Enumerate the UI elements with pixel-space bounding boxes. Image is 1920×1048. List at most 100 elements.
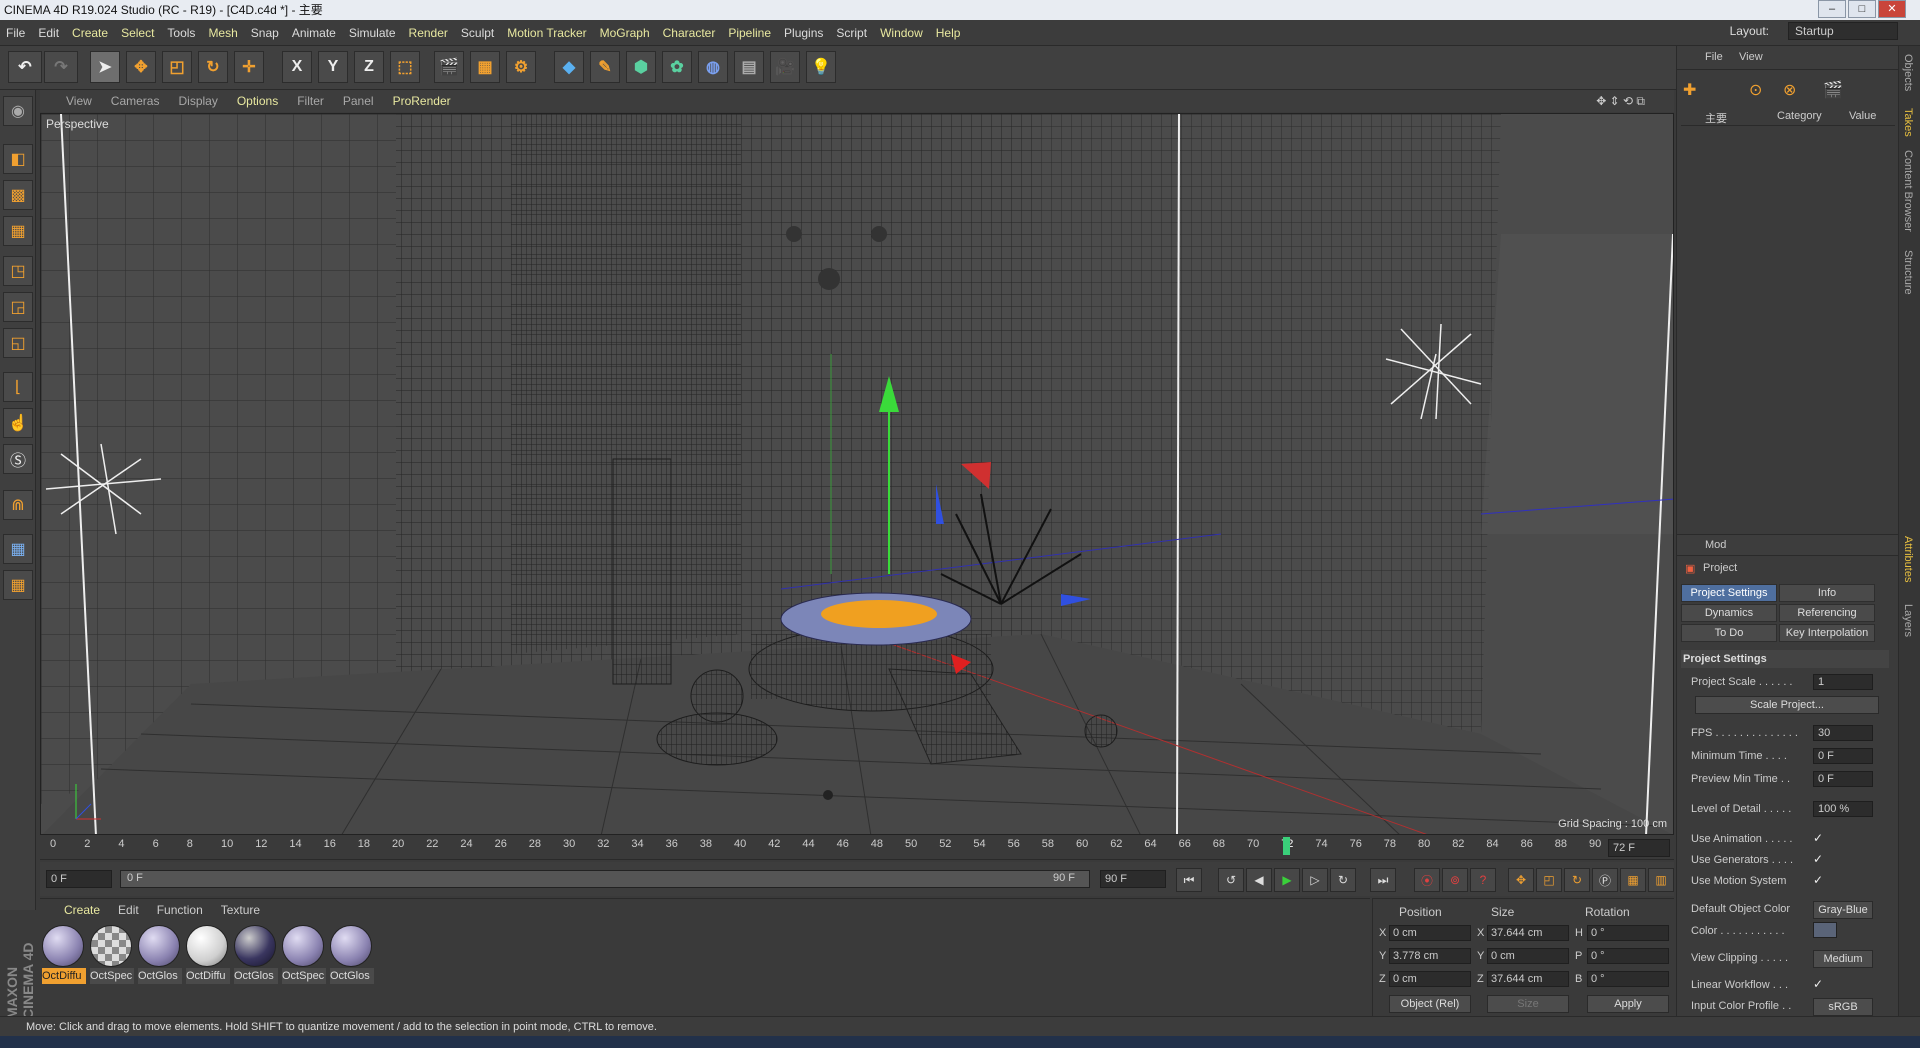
menu-animate[interactable]: Animate <box>292 26 336 40</box>
locked-workplane-icon[interactable]: ▦ <box>3 534 33 564</box>
menu-simulate[interactable]: Simulate <box>349 26 396 40</box>
minimum-time-field[interactable]: 0 F <box>1813 748 1873 764</box>
tab-key-interpolation[interactable]: Key Interpolation <box>1779 624 1875 642</box>
tab-referencing[interactable]: Referencing <box>1779 604 1875 622</box>
next-frame-icon[interactable]: ▷ <box>1302 868 1328 892</box>
viewport-menu-prorender[interactable]: ProRender <box>393 94 451 108</box>
tab-info[interactable]: Info <box>1779 584 1875 602</box>
z-axis-lock-button[interactable]: Z <box>354 51 384 83</box>
side-tab-content-browser[interactable]: Content Browser <box>1902 150 1914 232</box>
cube-icon[interactable]: ◆ <box>554 51 584 83</box>
tab-to-do[interactable]: To Do <box>1681 624 1777 642</box>
menu-help[interactable]: Help <box>936 26 961 40</box>
project-scale-field[interactable]: 1 <box>1813 674 1873 690</box>
y-axis-lock-button[interactable]: Y <box>318 51 348 83</box>
menu-mesh[interactable]: Mesh <box>208 26 237 40</box>
menu-window[interactable]: Window <box>880 26 923 40</box>
workplane-icon[interactable]: ▦ <box>3 216 33 246</box>
menu-sculpt[interactable]: Sculpt <box>461 26 494 40</box>
live-selection-icon[interactable]: ➤ <box>90 51 120 83</box>
menu-edit[interactable]: Edit <box>38 26 59 40</box>
maximize-button[interactable]: □ <box>1848 0 1876 18</box>
take-override-icon[interactable]: ⊙ <box>1749 80 1762 100</box>
edges-mode-icon[interactable]: ◲ <box>3 292 33 322</box>
light-icon[interactable]: 💡 <box>806 51 836 83</box>
subdivision-icon[interactable]: ⬢ <box>626 51 656 83</box>
key-parameter-icon[interactable]: Ⓟ <box>1592 868 1618 892</box>
autokey-icon[interactable]: ⊚ <box>1442 868 1468 892</box>
material-swatch[interactable]: OctSpec <box>282 925 326 985</box>
pen-spline-icon[interactable]: ✎ <box>590 51 620 83</box>
key-position-icon[interactable]: ✥ <box>1508 868 1534 892</box>
material-swatch[interactable]: OctGlos <box>138 925 182 985</box>
timeline-window-icon[interactable]: ▥ <box>1648 868 1674 892</box>
pos-z-field[interactable]: 0 cm <box>1389 971 1471 987</box>
rot-p-field[interactable]: 0 ° <box>1587 948 1669 964</box>
snap-icon[interactable]: ⋒ <box>3 490 33 520</box>
take-group-icon[interactable]: ⊗ <box>1783 80 1796 100</box>
take-root[interactable]: 主要 <box>1705 110 1727 126</box>
fps-field[interactable]: 30 <box>1813 725 1873 741</box>
rot-h-field[interactable]: 0 ° <box>1587 925 1669 941</box>
material-swatch[interactable]: OctDiffu <box>186 925 230 985</box>
scale-icon[interactable]: ◰ <box>162 51 192 83</box>
viewport-menu-cameras[interactable]: Cameras <box>111 94 160 108</box>
linear-workflow-checkbox[interactable]: ✓ <box>1813 977 1823 991</box>
key-rotation-icon[interactable]: ↻ <box>1564 868 1590 892</box>
menu-tools[interactable]: Tools <box>167 26 195 40</box>
side-tab-attributes[interactable]: Attributes <box>1902 536 1914 582</box>
record-icon[interactable]: ⦿ <box>1414 868 1440 892</box>
menu-pipeline[interactable]: Pipeline <box>728 26 771 40</box>
model-mode-icon[interactable]: ◧ <box>3 144 33 174</box>
deformer-icon[interactable]: ◍ <box>698 51 728 83</box>
minimize-button[interactable]: – <box>1818 0 1846 18</box>
points-mode-icon[interactable]: ◳ <box>3 256 33 286</box>
color-swatch[interactable] <box>1813 922 1837 938</box>
input-color-profile-dropdown[interactable]: sRGB <box>1813 998 1873 1016</box>
preview-range-slider[interactable]: 0 F 90 F <box>120 870 1090 888</box>
viewport-menu-filter[interactable]: Filter <box>297 94 324 108</box>
planar-workplane-icon[interactable]: ▦ <box>3 570 33 600</box>
viewport-menu-view[interactable]: View <box>66 94 92 108</box>
viewport-nav-icons[interactable]: ✥ ⇕ ⟲ ⧉ <box>1596 94 1645 109</box>
menu-motion-tracker[interactable]: Motion Tracker <box>507 26 586 40</box>
level-of-detail-field[interactable]: 100 % <box>1813 801 1873 817</box>
material-menu-function[interactable]: Function <box>157 903 203 917</box>
polygons-mode-icon[interactable]: ◱ <box>3 328 33 358</box>
camera-icon[interactable]: 🎥 <box>770 51 800 83</box>
undo-icon[interactable]: ↶ <box>8 51 42 83</box>
keyframe-selection-icon[interactable]: ? <box>1470 868 1496 892</box>
menu-plugins[interactable]: Plugins <box>784 26 823 40</box>
solo-icon[interactable]: Ⓢ <box>3 444 33 474</box>
material-swatch[interactable]: OctDiffu <box>42 925 86 985</box>
prev-key-icon[interactable]: ↺ <box>1218 868 1244 892</box>
prev-frame-icon[interactable]: ◀ <box>1246 868 1272 892</box>
timeline-ruler[interactable]: 0 2 4 6 8 10 12 14 16 18 20 22 24 26 28 30 32 34 36 38 40 42 4… <box>40 836 1674 860</box>
menu-script[interactable]: Script <box>836 26 867 40</box>
key-pla-icon[interactable]: ▦ <box>1620 868 1646 892</box>
rot-b-field[interactable]: 0 ° <box>1587 971 1669 987</box>
scale-project-button[interactable]: Scale Project... <box>1695 696 1879 714</box>
preview-min-time-field[interactable]: 0 F <box>1813 771 1873 787</box>
size-y-field[interactable]: 0 cm <box>1487 948 1569 964</box>
play-icon[interactable]: ▶ <box>1274 868 1300 892</box>
coordinate-mode-dropdown[interactable]: Object (Rel) <box>1389 995 1471 1013</box>
viewport-menu-display[interactable]: Display <box>178 94 217 108</box>
take-camera-icon[interactable]: 🎬 <box>1823 80 1843 100</box>
pos-y-field[interactable]: 3.778 cm <box>1389 948 1471 964</box>
current-frame-field[interactable]: 72 F <box>1608 839 1670 857</box>
new-take-icon[interactable]: ✚ <box>1683 80 1696 100</box>
render-settings-icon[interactable]: ⚙ <box>506 51 536 83</box>
material-swatch[interactable]: OctSpec <box>90 925 134 985</box>
start-frame-field[interactable]: 0 F <box>46 870 112 888</box>
axis-mode-icon[interactable]: ⌊ <box>3 372 33 402</box>
goto-end-icon[interactable]: ⏭ <box>1370 868 1396 892</box>
key-scale-icon[interactable]: ◰ <box>1536 868 1562 892</box>
default-object-color-dropdown[interactable]: Gray-Blue <box>1813 901 1873 919</box>
takes-menu-file[interactable]: File <box>1705 51 1723 63</box>
make-editable-icon[interactable]: ◉ <box>3 96 33 126</box>
use-motion-system-checkbox[interactable]: ✓ <box>1813 873 1823 887</box>
tab-dynamics[interactable]: Dynamics <box>1681 604 1777 622</box>
tweak-mode-icon[interactable]: ☝ <box>3 408 33 438</box>
viewport-menu-options[interactable]: Options <box>237 94 278 108</box>
